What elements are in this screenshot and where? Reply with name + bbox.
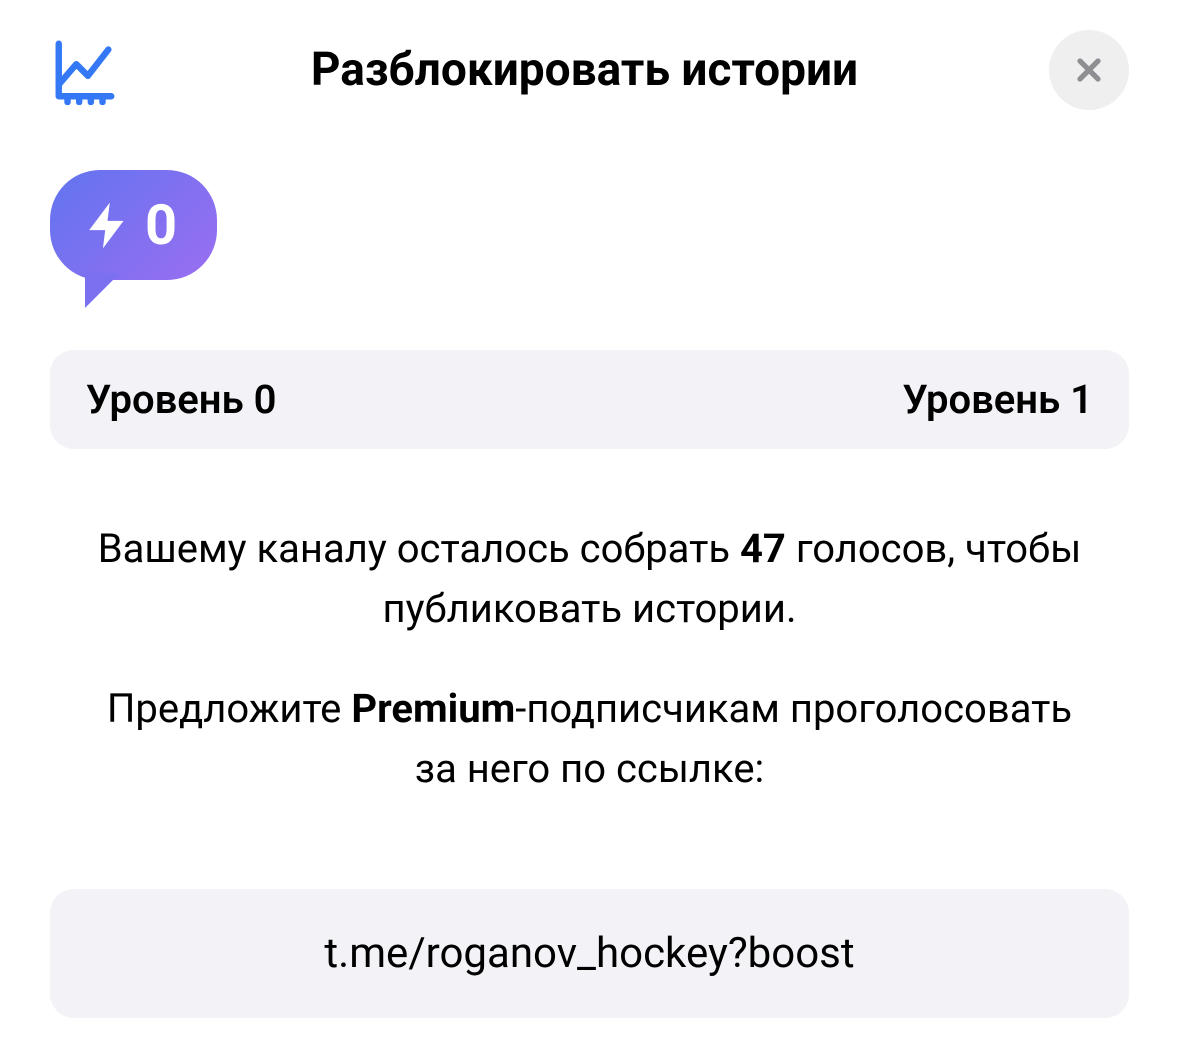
- header: Разблокировать истории: [50, 30, 1129, 110]
- level-current: Уровень 0: [86, 376, 276, 423]
- description-text: Вашему каналу осталось собрать 47 голосо…: [50, 519, 1129, 799]
- desc-p1-pre: Вашему каналу осталось собрать: [98, 525, 740, 572]
- boost-badge: 0: [50, 170, 260, 330]
- page-title: Разблокировать истории: [120, 43, 1049, 97]
- desc-p1-votes: 47: [740, 525, 786, 572]
- desc-p2-pre: Предложите: [107, 685, 351, 732]
- close-button[interactable]: [1049, 30, 1129, 110]
- level-progress-bar: Уровень 0 Уровень 1: [50, 350, 1129, 449]
- bolt-icon: [80, 198, 135, 253]
- close-icon: [1071, 52, 1107, 88]
- stats-icon: [50, 35, 120, 105]
- level-next: Уровень 1: [903, 376, 1093, 423]
- desc-p2-premium: Premium: [351, 685, 515, 732]
- boost-link-text: t.me/roganov_hockey?boost: [324, 929, 854, 978]
- boost-link-box[interactable]: t.me/roganov_hockey?boost: [50, 889, 1129, 1018]
- boost-count: 0: [145, 192, 177, 258]
